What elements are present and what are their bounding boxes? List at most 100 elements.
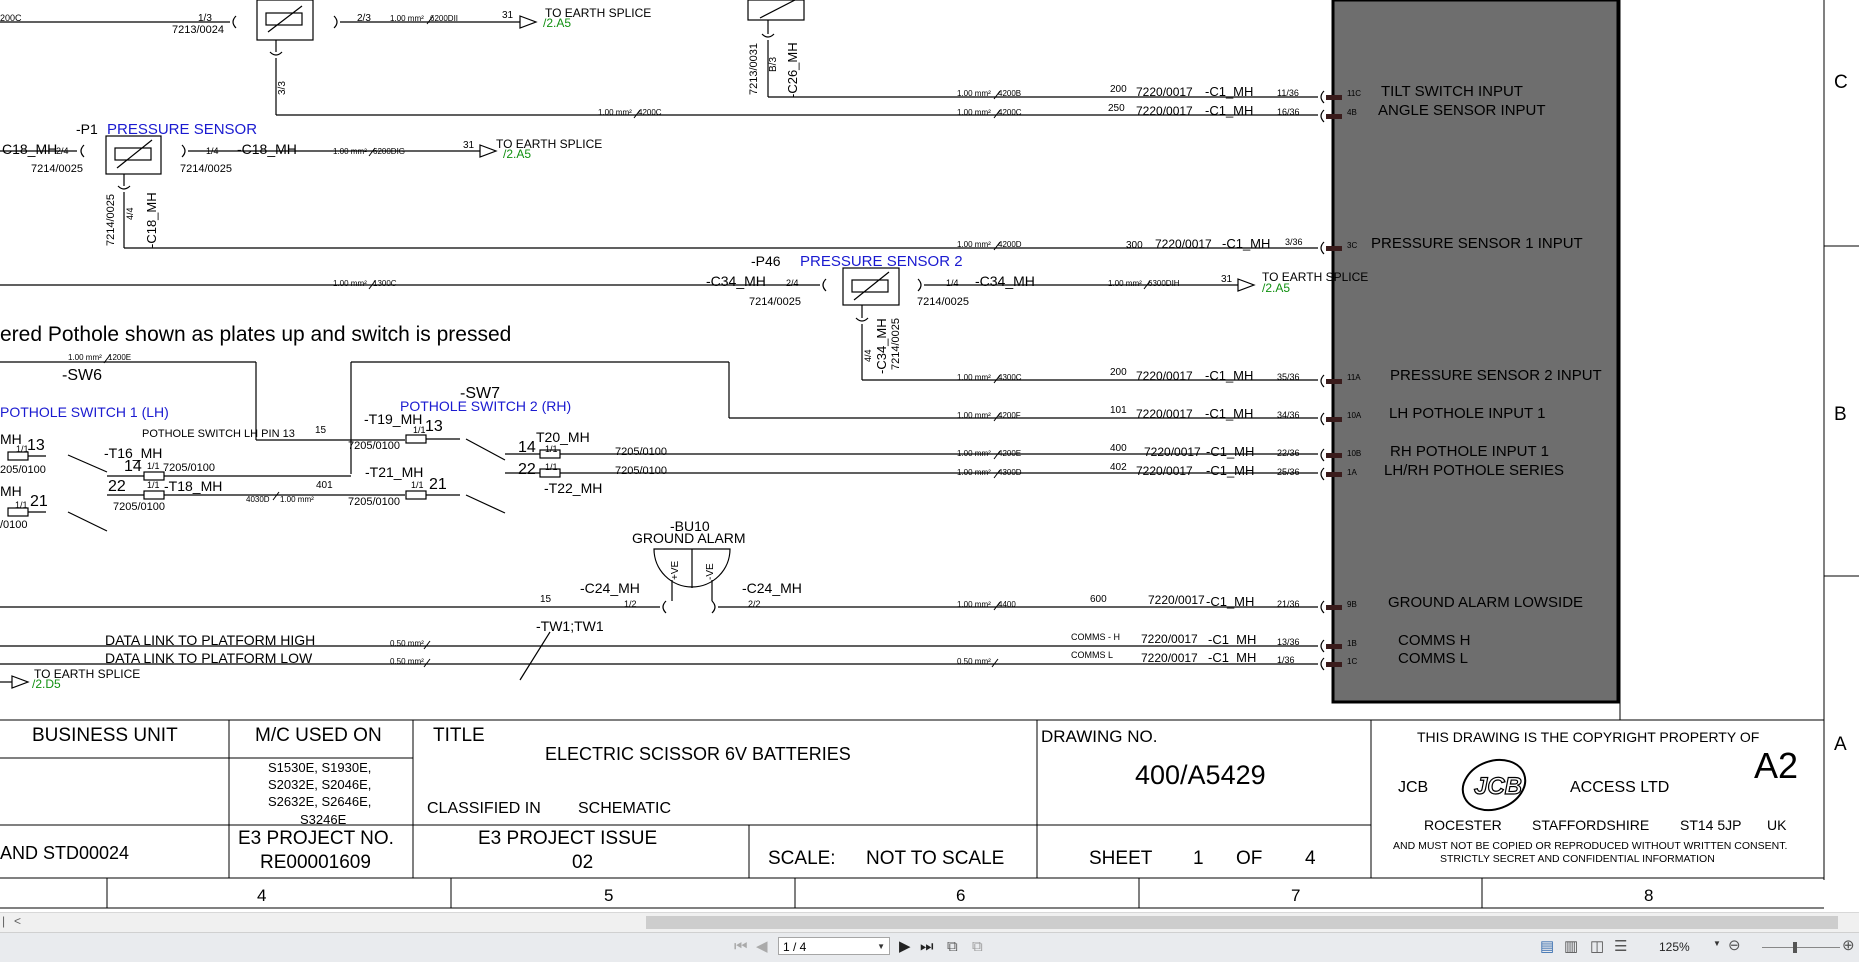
chevron-down-icon[interactable]: ▼ (877, 938, 885, 956)
svg-text:-T21_MH: -T21_MH (365, 464, 423, 480)
p1-label: -P1 (76, 121, 98, 137)
svg-text:4/4: 4/4 (125, 207, 135, 220)
horizontal-scrollbar[interactable]: | < (0, 912, 1859, 933)
svg-text:1.00 mm²: 1.00 mm² (333, 279, 367, 288)
zoom-in-icon[interactable]: ⊕ (1842, 938, 1855, 954)
svg-text:1.00 mm²: 1.00 mm² (280, 495, 314, 504)
pothole-switch-lh-pin: POTHOLE SWITCH LH PIN 13 (142, 428, 295, 440)
zoom-level[interactable]: 125% (1659, 940, 1690, 954)
svg-text:-C18_MH: -C18_MH (144, 192, 159, 248)
svg-text:JCB: JCB (1474, 773, 1522, 800)
svg-text:COMMS L: COMMS L (1071, 650, 1113, 660)
svg-text:31: 31 (1221, 274, 1233, 285)
svg-text:4B: 4B (1347, 108, 1357, 117)
svg-text:7214/0025: 7214/0025 (105, 194, 117, 246)
svg-text:15: 15 (315, 425, 327, 436)
svg-text:-C24_MH: -C24_MH (742, 580, 802, 596)
svg-text:COMMS H: COMMS H (1398, 632, 1471, 649)
svg-text:0.50 mm²: 0.50 mm² (390, 657, 424, 666)
pin-label: B/3 (768, 57, 779, 72)
svg-text:4200E: 4200E (998, 449, 1021, 458)
svg-text:7214/0025: 7214/0025 (31, 163, 83, 175)
svg-text:1/1: 1/1 (147, 480, 160, 490)
svg-text:4300D: 4300D (998, 468, 1022, 477)
svg-text:-C1_MH: -C1_MH (1206, 463, 1254, 478)
svg-text:AND MUST NOT BE COPIED OR REPR: AND MUST NOT BE COPIED OR REPRODUCED WIT… (1393, 840, 1787, 852)
svg-text:7: 7 (1291, 886, 1300, 905)
svg-text:200: 200 (1110, 84, 1127, 95)
svg-text:13: 13 (425, 418, 443, 435)
svg-text:LH/RH POTHOLE SERIES: LH/RH POTHOLE SERIES (1384, 462, 1564, 479)
svg-text:1/4: 1/4 (946, 278, 959, 288)
svg-text:+VE: +VE (670, 560, 681, 580)
border-letter-b: B (1834, 404, 1847, 425)
svg-text:NOT TO SCALE: NOT TO SCALE (866, 848, 1004, 869)
zoom-out-icon[interactable]: ⊖ (1728, 938, 1741, 954)
continuous-facing-icon[interactable]: ☰ (1614, 939, 1627, 955)
svg-text:4200C: 4200C (998, 108, 1022, 117)
sheet-size: A2 (1754, 745, 1798, 786)
svg-text:-T18_MH: -T18_MH (164, 478, 222, 494)
scroll-left-edge-icon[interactable]: | (2, 914, 5, 928)
zoom-slider-thumb[interactable] (1793, 942, 1797, 953)
svg-text:-C1_MH: -C1_MH (1208, 650, 1256, 665)
svg-text:1.00 mm²: 1.00 mm² (68, 353, 102, 362)
scroll-thumb[interactable] (646, 916, 1838, 929)
svg-text:7220/0017: 7220/0017 (1155, 237, 1212, 251)
next-view-icon[interactable]: ⧉ (972, 939, 983, 955)
svg-text:7205/0100: 7205/0100 (615, 446, 667, 458)
svg-text:600: 600 (1090, 594, 1107, 605)
previous-page-icon[interactable]: ◀ (756, 939, 768, 955)
svg-text:1/36: 1/36 (1277, 655, 1295, 665)
zoom-dropdown-icon[interactable]: ▼ (1713, 939, 1721, 948)
svg-text:7220/0017: 7220/0017 (1136, 407, 1193, 421)
svg-text:1.00 mm²: 1.00 mm² (598, 108, 632, 117)
svg-text:22: 22 (108, 478, 126, 495)
svg-text:4: 4 (257, 886, 266, 905)
svg-text:21/36: 21/36 (1277, 599, 1300, 609)
facing-pages-icon[interactable]: ◫ (1590, 939, 1604, 955)
svg-text:/2.D5: /2.D5 (32, 677, 61, 691)
svg-text:21: 21 (30, 493, 48, 510)
svg-text:1.00 mm²: 1.00 mm² (333, 147, 367, 156)
svg-text:1/1: 1/1 (411, 480, 424, 490)
svg-text:4400: 4400 (998, 600, 1016, 609)
svg-text:-T22_MH: -T22_MH (544, 480, 602, 496)
page-number-input[interactable]: 1 / 4 ▼ (778, 937, 890, 955)
ecu-input-pressure-1: 1.00 mm² 4200D 300 7220/0017 -C1_MH 3/36… (957, 235, 1583, 255)
svg-text:2/4: 2/4 (786, 278, 799, 288)
svg-text:COMMS - H: COMMS - H (1071, 632, 1120, 642)
svg-text:6300DIH: 6300DIH (1148, 279, 1180, 288)
svg-text:15: 15 (540, 594, 552, 605)
zoom-slider[interactable] (1762, 947, 1840, 948)
svg-text:7205/0100: 7205/0100 (113, 501, 165, 513)
last-page-icon[interactable]: ⏭ (920, 939, 934, 955)
p46-label: -P46 (751, 253, 781, 269)
next-page-icon[interactable]: ▶ (899, 939, 911, 955)
svg-text:1.00 mm²: 1.00 mm² (957, 89, 991, 98)
svg-text:1300C: 1300C (373, 279, 397, 288)
svg-text:6200DIG: 6200DIG (373, 147, 405, 156)
svg-text:CLASSIFIED IN: CLASSIFIED IN (427, 800, 541, 817)
svg-text:1200E: 1200E (108, 353, 131, 362)
svg-text:402: 402 (1110, 462, 1127, 473)
svg-text:9B: 9B (1347, 600, 1357, 609)
svg-text:1.00 mm²: 1.00 mm² (957, 600, 991, 609)
drawing-number: 400/A5429 (1135, 760, 1266, 790)
svg-text:7220/0017: 7220/0017 (1141, 651, 1198, 665)
svg-text:1/2: 1/2 (624, 599, 637, 609)
ecu-input-lh-rh-series: 1.00 mm² 4300D 402 7220/0017 -C1_MH 25/3… (957, 462, 1564, 481)
svg-text:21: 21 (429, 476, 447, 493)
svg-text:1B: 1B (1347, 639, 1357, 648)
svg-text:1/1: 1/1 (147, 461, 160, 471)
svg-text:7214/0025: 7214/0025 (180, 163, 232, 175)
first-page-icon[interactable]: ⏮ (734, 939, 748, 955)
svg-text:7220/0017: 7220/0017 (1144, 445, 1201, 459)
svg-text:11C: 11C (1347, 89, 1361, 98)
scroll-left-arrow-icon[interactable]: < (14, 914, 21, 928)
previous-view-icon[interactable]: ⧉ (947, 939, 958, 955)
svg-text:1/1: 1/1 (545, 444, 558, 454)
svg-text:AND STD00024: AND STD00024 (0, 843, 129, 863)
continuous-view-icon[interactable]: ▥ (1564, 939, 1578, 955)
single-page-view-icon[interactable]: ▤ (1540, 939, 1554, 955)
